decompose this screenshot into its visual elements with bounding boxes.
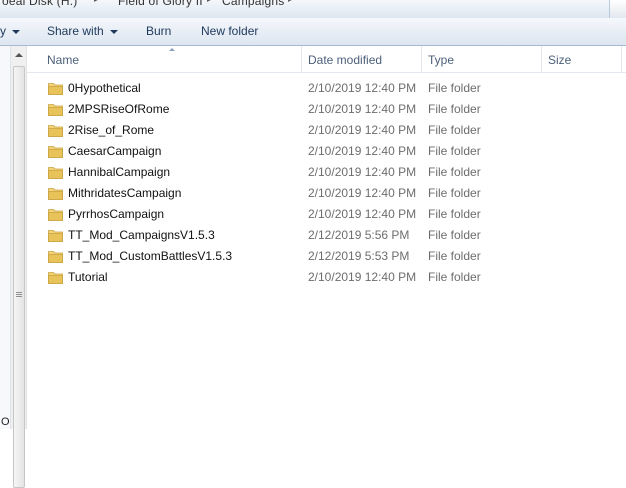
column-divider[interactable] bbox=[421, 46, 422, 72]
nav-item-fragment[interactable]: O bbox=[1, 416, 10, 428]
file-name: TT_Mod_CustomBattlesV1.5.3 bbox=[68, 249, 233, 263]
file-name: MithridatesCampaign bbox=[68, 186, 182, 200]
file-date: 2/12/2019 5:53 PM bbox=[308, 249, 410, 263]
file-type: File folder bbox=[428, 165, 481, 179]
file-type: File folder bbox=[428, 228, 481, 242]
breadcrumb-separator-icon: ▸ bbox=[207, 0, 212, 5]
burn-button[interactable]: Burn bbox=[146, 18, 171, 45]
file-type: File folder bbox=[428, 123, 481, 137]
column-header-size[interactable]: Size bbox=[548, 46, 571, 72]
navigation-pane[interactable]: O bbox=[0, 46, 11, 429]
folder-icon bbox=[48, 125, 63, 137]
address-refresh-button[interactable] bbox=[609, 0, 626, 18]
file-list: 0Hypothetical 2/10/2019 12:40 PM File fo… bbox=[27, 78, 626, 288]
file-type: File folder bbox=[428, 144, 481, 158]
grip-line bbox=[16, 292, 22, 293]
breadcrumb-separator-icon: ▸ bbox=[288, 0, 293, 5]
column-divider[interactable] bbox=[621, 46, 622, 72]
file-date: 2/10/2019 12:40 PM bbox=[308, 144, 417, 158]
list-item[interactable]: MithridatesCampaign 2/10/2019 12:40 PM F… bbox=[27, 183, 626, 204]
folder-icon bbox=[48, 146, 63, 158]
list-item[interactable]: TT_Mod_CampaignsV1.5.3 2/12/2019 5:56 PM… bbox=[27, 225, 626, 246]
file-type: File folder bbox=[428, 207, 481, 221]
scrollbar-thumb[interactable] bbox=[13, 66, 25, 488]
file-date: 2/10/2019 12:40 PM bbox=[308, 123, 417, 137]
list-item[interactable]: Tutorial 2/10/2019 12:40 PM File folder bbox=[27, 267, 626, 288]
column-header-date[interactable]: Date modified bbox=[308, 46, 382, 72]
scroll-up-arrow-icon[interactable] bbox=[15, 53, 23, 57]
chevron-down-icon bbox=[109, 29, 118, 34]
file-date: 2/12/2019 5:56 PM bbox=[308, 228, 410, 242]
nav-scrollbar[interactable] bbox=[11, 46, 27, 488]
list-item[interactable]: CaesarCampaign 2/10/2019 12:40 PM File f… bbox=[27, 141, 626, 162]
file-type: File folder bbox=[428, 102, 481, 116]
list-item[interactable]: 0Hypothetical 2/10/2019 12:40 PM File fo… bbox=[27, 78, 626, 99]
file-type: File folder bbox=[428, 270, 481, 284]
file-name: CaesarCampaign bbox=[68, 144, 162, 158]
list-item[interactable]: HannibalCampaign 2/10/2019 12:40 PM File… bbox=[27, 162, 626, 183]
file-date: 2/10/2019 12:40 PM bbox=[308, 207, 417, 221]
breadcrumb-game-folder[interactable]: Field of Glory II bbox=[118, 0, 203, 8]
folder-icon bbox=[48, 272, 63, 284]
address-bar[interactable]: oeal Disk (H:) ▸ Field of Glory II ▸ Cam… bbox=[0, 0, 626, 19]
breadcrumb-campaigns[interactable]: Campaigns bbox=[222, 0, 285, 8]
list-item[interactable]: PyrrhosCampaign 2/10/2019 12:40 PM File … bbox=[27, 204, 626, 225]
organize-label: y bbox=[0, 24, 6, 38]
column-header-name[interactable]: Name bbox=[47, 46, 79, 72]
file-date: 2/10/2019 12:40 PM bbox=[308, 270, 417, 284]
list-item[interactable]: TT_Mod_CustomBattlesV1.5.3 2/12/2019 5:5… bbox=[27, 246, 626, 267]
organize-button[interactable]: y bbox=[0, 18, 20, 45]
column-header-row: Name Date modified Type Size bbox=[27, 46, 626, 73]
breadcrumb-separator-icon: ▸ bbox=[94, 0, 99, 5]
breadcrumb-drive[interactable]: oeal Disk (H:) bbox=[2, 0, 77, 8]
command-toolbar: y Share with Burn New folder bbox=[0, 18, 626, 46]
column-divider[interactable] bbox=[541, 46, 542, 72]
file-date: 2/10/2019 12:40 PM bbox=[308, 186, 417, 200]
share-with-button[interactable]: Share with bbox=[47, 18, 118, 45]
file-date: 2/10/2019 12:40 PM bbox=[308, 165, 417, 179]
file-name: 0Hypothetical bbox=[68, 81, 141, 95]
file-name: HannibalCampaign bbox=[68, 165, 171, 179]
file-date: 2/10/2019 12:40 PM bbox=[308, 81, 417, 95]
file-name: PyrrhosCampaign bbox=[68, 207, 165, 221]
file-type: File folder bbox=[428, 81, 481, 95]
file-name: 2MPSRiseOfRome bbox=[68, 102, 170, 116]
list-item[interactable]: 2MPSRiseOfRome 2/10/2019 12:40 PM File f… bbox=[27, 99, 626, 120]
folder-icon bbox=[48, 188, 63, 200]
file-type: File folder bbox=[428, 249, 481, 263]
list-item[interactable]: 2Rise_of_Rome 2/10/2019 12:40 PM File fo… bbox=[27, 120, 626, 141]
folder-icon bbox=[48, 209, 63, 221]
file-name: TT_Mod_CampaignsV1.5.3 bbox=[68, 228, 215, 242]
column-header-type[interactable]: Type bbox=[428, 46, 454, 72]
file-name: Tutorial bbox=[68, 270, 108, 284]
folder-icon bbox=[48, 167, 63, 179]
chevron-down-icon bbox=[12, 29, 20, 34]
folder-icon bbox=[48, 230, 63, 242]
sort-ascending-icon bbox=[169, 48, 175, 51]
share-with-label: Share with bbox=[47, 24, 104, 38]
grip-line bbox=[16, 294, 22, 295]
new-folder-button[interactable]: New folder bbox=[201, 18, 258, 45]
file-name: 2Rise_of_Rome bbox=[68, 123, 155, 137]
grip-line bbox=[16, 296, 22, 297]
folder-icon bbox=[48, 83, 63, 95]
folder-icon bbox=[48, 251, 63, 263]
file-type: File folder bbox=[428, 186, 481, 200]
column-divider[interactable] bbox=[301, 46, 302, 72]
folder-icon bbox=[48, 104, 63, 116]
file-date: 2/10/2019 12:40 PM bbox=[308, 102, 417, 116]
